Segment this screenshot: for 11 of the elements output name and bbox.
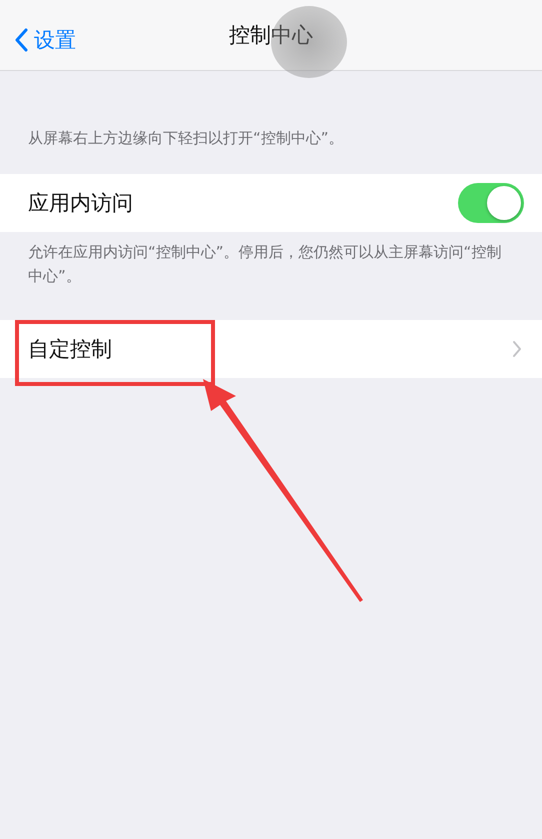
settings-row[interactable]: 自定控制 xyxy=(0,320,542,378)
row-label: 自定控制 xyxy=(28,336,112,363)
back-label: 设置 xyxy=(34,27,76,54)
section-footer: 允许在应用内访问“控制中心”。停用后，您仍然可以从主屏幕访问“控制中心”。 xyxy=(0,240,542,288)
toggle-switch[interactable] xyxy=(458,183,524,223)
row-label: 应用内访问 xyxy=(28,190,133,217)
back-chevron-icon xyxy=(14,28,28,52)
section-description: 从屏幕右上方边缘向下轻扫以打开“控制中心”。 xyxy=(27,128,345,149)
page-title: 控制中心 xyxy=(229,22,313,49)
back-button[interactable]: 设置 xyxy=(14,26,76,54)
chevron-icon xyxy=(512,340,522,358)
